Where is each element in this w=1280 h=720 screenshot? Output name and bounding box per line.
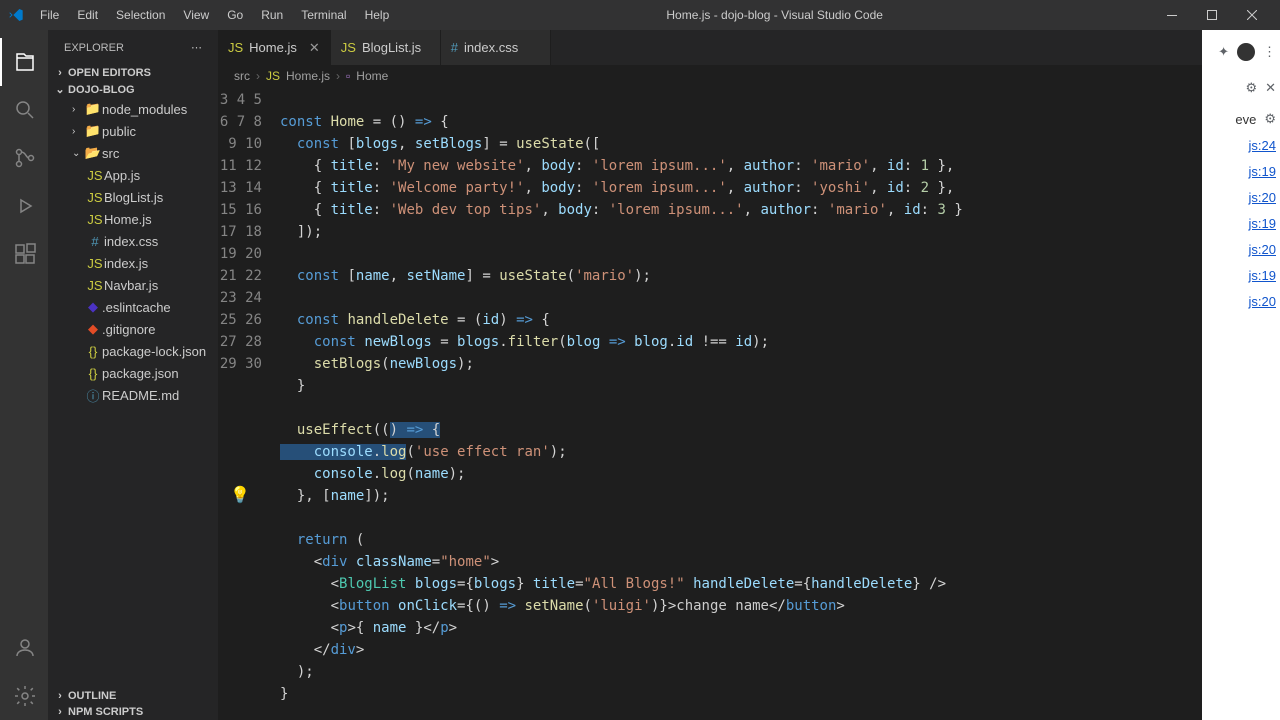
browser-devtools-sliver: ✦ ⋮ ⚙ ✕ eve ⚙ js:24 js:19 js:20 js:19 js… [1202, 30, 1280, 720]
file-navbar-js[interactable]: JSNavbar.js [48, 274, 218, 296]
open-editors-section[interactable]: ›OPEN EDITORS [48, 65, 218, 81]
breadcrumb[interactable]: src› JSHome.js› ▫Home [218, 65, 1280, 87]
menu-go[interactable]: Go [219, 4, 251, 26]
search-icon[interactable] [0, 86, 48, 134]
breadcrumb-src[interactable]: src [234, 69, 250, 83]
console-link[interactable]: js:19 [1249, 216, 1276, 231]
title-bar: File Edit Selection View Go Run Terminal… [0, 0, 1280, 30]
file-gitignore[interactable]: ◆.gitignore [48, 318, 218, 340]
devtools-gear-icon[interactable]: ⚙ [1264, 111, 1276, 127]
close-icon[interactable]: ✕ [309, 40, 320, 56]
extensions-icon[interactable] [0, 230, 48, 278]
file-index-js[interactable]: JSindex.js [48, 252, 218, 274]
menu-view[interactable]: View [175, 4, 217, 26]
file-bloglist-js[interactable]: JSBlogList.js [48, 186, 218, 208]
folder-src[interactable]: ⌄📂src [48, 142, 218, 164]
outline-section[interactable]: ›OUTLINE [48, 688, 218, 704]
file-readme[interactable]: ⓘREADME.md [48, 384, 218, 406]
close-button[interactable] [1232, 0, 1272, 30]
file-package-lock[interactable]: {}package-lock.json [48, 340, 218, 362]
tab-index-css[interactable]: #index.css [441, 30, 551, 65]
editor-area: JSHome.js✕ JSBlogList.js #index.css ⋯ sr… [218, 30, 1280, 720]
console-link[interactable]: js:20 [1249, 190, 1276, 205]
debug-icon[interactable] [0, 182, 48, 230]
extension-icon[interactable]: ✦ [1218, 44, 1229, 60]
account-icon[interactable] [0, 624, 48, 672]
line-numbers: 3 4 5 6 7 8 9 10 11 12 13 14 15 16 17 18… [218, 87, 280, 720]
menu-terminal[interactable]: Terminal [293, 4, 354, 26]
source-control-icon[interactable] [0, 134, 48, 182]
menu-selection[interactable]: Selection [108, 4, 173, 26]
menu-run[interactable]: Run [253, 4, 291, 26]
file-index-css[interactable]: #index.css [48, 230, 218, 252]
file-app-js[interactable]: JSApp.js [48, 164, 218, 186]
vscode-logo-icon [8, 7, 24, 23]
file-home-js[interactable]: JSHome.js [48, 208, 218, 230]
menu-bar: File Edit Selection View Go Run Terminal… [32, 4, 397, 26]
lightbulb-icon[interactable]: 💡 [230, 485, 250, 505]
file-eslintcache[interactable]: ◆.eslintcache [48, 296, 218, 318]
console-link[interactable]: js:20 [1249, 294, 1276, 309]
project-section[interactable]: ⌄DOJO-BLOG [48, 81, 218, 98]
more-icon[interactable]: ⋯ [191, 41, 202, 54]
console-link[interactable]: js:19 [1249, 164, 1276, 179]
folder-node-modules[interactable]: ›📁node_modules [48, 98, 218, 120]
code-content[interactable]: const Home = () => { const [blogs, setBl… [280, 87, 1280, 720]
maximize-button[interactable] [1192, 0, 1232, 30]
sidebar-title: EXPLORER ⋯ [48, 30, 218, 65]
npm-scripts-section[interactable]: ›NPM SCRIPTS [48, 704, 218, 720]
folder-public[interactable]: ›📁public [48, 120, 218, 142]
console-link[interactable]: js:19 [1249, 268, 1276, 283]
menu-help[interactable]: Help [357, 4, 398, 26]
breadcrumb-symbol[interactable]: Home [356, 69, 388, 83]
devtools-close-icon[interactable]: ✕ [1265, 80, 1276, 96]
editor-body[interactable]: 3 4 5 6 7 8 9 10 11 12 13 14 15 16 17 18… [218, 87, 1280, 720]
window-controls [1152, 0, 1272, 30]
minimize-button[interactable] [1152, 0, 1192, 30]
avatar-icon[interactable] [1237, 43, 1255, 61]
menu-edit[interactable]: Edit [69, 4, 106, 26]
explorer-icon[interactable] [0, 38, 48, 86]
window-title: Home.js - dojo-blog - Visual Studio Code [397, 8, 1152, 22]
menu-file[interactable]: File [32, 4, 67, 26]
file-tree: ›📁node_modules ›📁public ⌄📂src JSApp.js J… [48, 98, 218, 406]
settings-icon[interactable] [0, 672, 48, 720]
devtools-label: eve [1235, 112, 1256, 127]
tab-home-js[interactable]: JSHome.js✕ [218, 30, 331, 65]
breadcrumb-file[interactable]: Home.js [286, 69, 330, 83]
menu-dots-icon[interactable]: ⋮ [1263, 44, 1276, 60]
sidebar: EXPLORER ⋯ ›OPEN EDITORS ⌄DOJO-BLOG ›📁no… [48, 30, 218, 720]
editor-tabs: JSHome.js✕ JSBlogList.js #index.css ⋯ [218, 30, 1280, 65]
activity-bar [0, 30, 48, 720]
console-link[interactable]: js:24 [1249, 138, 1276, 153]
devtools-settings-icon[interactable]: ⚙ [1245, 80, 1257, 96]
console-link[interactable]: js:20 [1249, 242, 1276, 257]
explorer-label: EXPLORER [64, 42, 124, 54]
tab-bloglist-js[interactable]: JSBlogList.js [331, 30, 441, 65]
file-package-json[interactable]: {}package.json [48, 362, 218, 384]
